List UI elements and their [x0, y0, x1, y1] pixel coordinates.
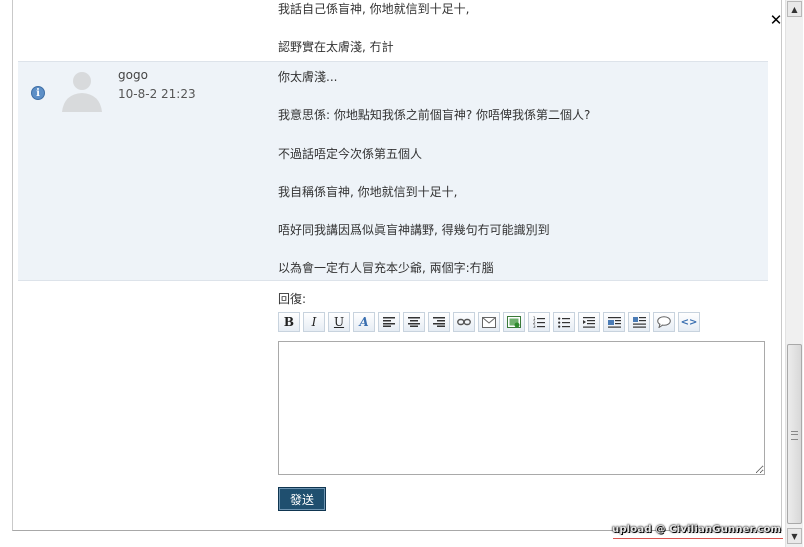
reply-textarea[interactable] — [278, 341, 765, 475]
indent-button[interactable] — [578, 312, 600, 332]
align-right-icon — [433, 317, 445, 327]
ordered-list-button[interactable]: 123 — [528, 312, 550, 332]
scrollbar-thumb[interactable] — [787, 344, 802, 524]
source-code-button[interactable]: <> — [678, 312, 700, 332]
quote-button[interactable] — [653, 312, 675, 332]
reply-label: 回復: — [278, 292, 307, 306]
post-timestamp: 10-8-2 21:23 — [118, 87, 196, 101]
vertical-scrollbar[interactable]: ▲ ▼ — [785, 0, 803, 547]
scroll-up-arrow-icon[interactable]: ▲ — [787, 1, 802, 17]
prev-post-line-1: 我話自己係盲神, 你地就信到十足十, — [278, 2, 470, 16]
align-center-button[interactable] — [403, 312, 425, 332]
underline-button[interactable]: U — [328, 312, 350, 332]
insert-table-button[interactable] — [628, 312, 650, 332]
post-line-1: 你太膚淺... — [278, 70, 338, 84]
image-icon — [507, 316, 521, 328]
email-icon — [482, 316, 496, 328]
align-center-icon — [408, 317, 420, 327]
insert-image-button[interactable] — [503, 312, 525, 332]
quote-bubble-icon — [657, 316, 671, 328]
table-icon — [632, 316, 646, 328]
avatar[interactable] — [58, 68, 106, 112]
post-line-5: 唔好同我講因爲似眞盲神講野, 得幾句冇可能識別到 — [278, 223, 550, 237]
italic-button[interactable]: I — [303, 312, 325, 332]
post-line-3: 不過話唔定今次係第五個人 — [278, 147, 423, 161]
close-icon[interactable]: ✕ — [769, 12, 783, 28]
insert-link-button[interactable] — [453, 312, 475, 332]
post-username[interactable]: gogo — [118, 68, 148, 82]
link-icon — [457, 318, 471, 326]
unordered-list-button[interactable] — [553, 312, 575, 332]
svg-text:3: 3 — [533, 324, 536, 328]
watermark-underline — [613, 538, 783, 539]
bold-button[interactable]: B — [278, 312, 300, 332]
insert-email-button[interactable] — [478, 312, 500, 332]
unordered-list-icon — [558, 317, 570, 328]
watermark-text: upload @ CivilianGunner.com — [612, 524, 782, 535]
scroll-down-arrow-icon[interactable]: ▼ — [787, 528, 802, 544]
align-right-button[interactable] — [428, 312, 450, 332]
block-icon — [607, 316, 621, 328]
post-line-2: 我意思係: 你地點知我係之前個盲神? 你唔俾我係第二個人? — [278, 108, 591, 122]
scrollbar-grip-icon — [791, 431, 798, 440]
align-left-icon — [383, 317, 395, 327]
ordered-list-icon: 123 — [533, 316, 545, 328]
post-line-6: 以為會一定冇人冒充本少爺, 兩個字:冇腦 — [278, 261, 494, 275]
info-icon[interactable]: i — [31, 86, 45, 100]
align-left-button[interactable] — [378, 312, 400, 332]
indent-icon — [583, 316, 595, 328]
send-button[interactable]: 發送 — [278, 487, 326, 511]
post-line-4: 我自稱係盲神, 你地就信到十足十, — [278, 185, 458, 199]
default-avatar-icon — [62, 72, 102, 112]
insert-block-button[interactable] — [603, 312, 625, 332]
font-color-button[interactable]: A — [353, 312, 375, 332]
prev-post-line-2: 認野實在太膚淺, 冇計 — [278, 40, 394, 54]
